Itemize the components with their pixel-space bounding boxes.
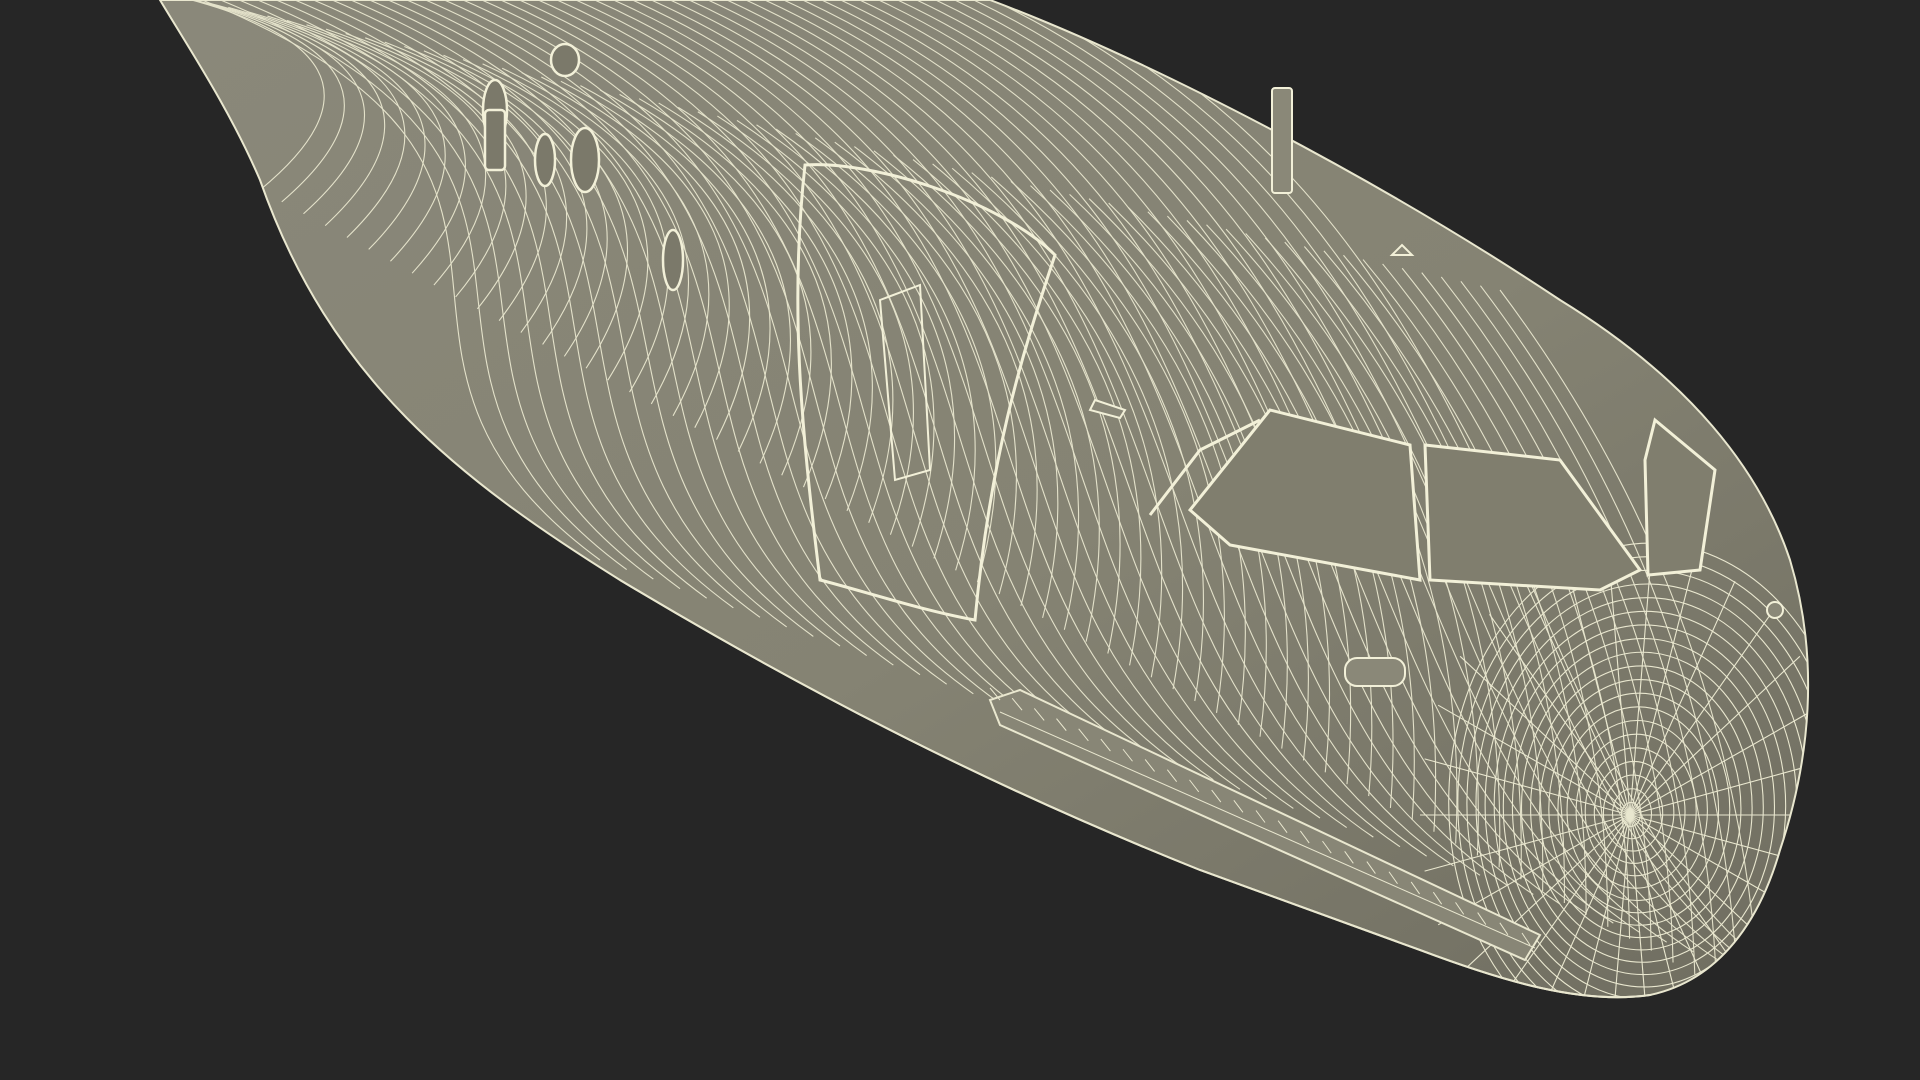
- render-viewport: [0, 0, 1920, 1080]
- wireframe-render: [158, 0, 1810, 999]
